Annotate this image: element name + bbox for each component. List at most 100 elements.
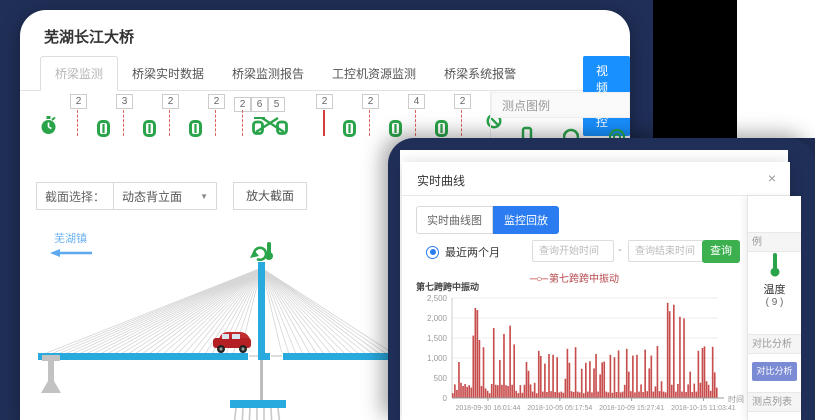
sensor-group-7: 2 xyxy=(360,90,406,148)
temperature-count: ( 9 ) xyxy=(748,297,801,308)
main-tab-1[interactable]: 桥梁实时数据 xyxy=(118,57,218,90)
svg-text:2018-10-09 15:27:41: 2018-10-09 15:27:41 xyxy=(599,405,664,412)
sensor-count-badge[interactable]: 2 xyxy=(162,94,179,109)
sensor-count-badge[interactable]: 2 xyxy=(208,94,225,109)
bearing-icon[interactable] xyxy=(252,116,288,140)
svg-text:1,000: 1,000 xyxy=(427,354,448,363)
sensor-count-badge[interactable]: 2 xyxy=(316,94,333,109)
svg-text:时间: 时间 xyxy=(728,394,744,404)
dialog-title: 实时曲线 xyxy=(417,172,465,189)
main-tab-bar: 桥梁监测桥梁实时数据桥梁监测报告工控机资源监测桥梁系统报警 xyxy=(40,56,530,90)
sensor-drop-line xyxy=(323,110,325,136)
sensor-group-5: 265 xyxy=(232,90,314,148)
backdrop-black xyxy=(653,0,737,138)
sensor-drop-line xyxy=(77,110,78,136)
main-tab-3[interactable]: 工控机资源监测 xyxy=(318,57,430,90)
compare-analysis-button[interactable]: 对比分析 xyxy=(752,362,797,381)
svg-text:2,000: 2,000 xyxy=(427,314,448,323)
legend-panel-title: 测点图例 xyxy=(491,92,630,118)
query-row: 最近两个月 - 查询 xyxy=(402,240,790,266)
chevron-down-icon: ▼ xyxy=(200,192,208,201)
radio-label: 最近两个月 xyxy=(445,244,500,260)
section-select-dropdown[interactable]: 动态背立面 ▼ xyxy=(113,183,216,209)
chain-icon[interactable] xyxy=(189,120,202,142)
realtime-curve-dialog: 实时曲线 × 实时曲线图监控回放 最近两个月 - 查询 ─○─ 第七跨跨中振动 … xyxy=(402,162,790,420)
section-toolbar: 截面选择： 动态背立面 ▼ 放大截面 xyxy=(36,182,307,210)
svg-text:2018-09-30 16:01:44: 2018-09-30 16:01:44 xyxy=(455,405,520,412)
sensor-group-2: 3 xyxy=(114,90,160,148)
dialog-tab-bar: 实时曲线图监控回放 xyxy=(416,206,559,234)
radio-icon xyxy=(426,246,439,259)
sensor-drop-line xyxy=(242,110,243,136)
vibration-chart: 第七跨跨中振动 0 500 1,000 1,500 2,000 2,500 2018-09-3… xyxy=(408,280,753,420)
svg-text:2018-10-05 05:17:54: 2018-10-05 05:17:54 xyxy=(527,405,592,412)
query-button[interactable]: 查询 xyxy=(702,240,740,263)
sensor-drop-line xyxy=(169,110,170,136)
section-select-label: 截面选择： xyxy=(37,188,113,205)
tower-top-rotate-icon xyxy=(250,248,266,260)
sensor-count-badge[interactable]: 6 xyxy=(251,97,268,112)
close-icon[interactable]: × xyxy=(768,170,776,186)
dialog-tab-1[interactable]: 监控回放 xyxy=(493,206,559,234)
left-arrow-icon xyxy=(50,248,94,258)
sensor-drop-line xyxy=(461,110,462,136)
dialog-header: 实时曲线 × xyxy=(402,162,790,196)
chart-svg: 第七跨跨中振动 0 500 1,000 1,500 2,000 2,500 2018-09-3… xyxy=(408,280,753,418)
main-tab-4[interactable]: 桥梁系统报警 xyxy=(430,57,530,90)
legend-header-fragment: 例 xyxy=(748,232,801,252)
sensor-group-3: 2 xyxy=(160,90,206,148)
sensor-group-4: 2 xyxy=(206,90,232,148)
tower-cap xyxy=(230,400,286,408)
svg-text:2018-10-15 11:03:41: 2018-10-15 11:03:41 xyxy=(671,405,736,412)
sensor-group-6: 2 xyxy=(314,90,360,148)
query-start-input[interactable] xyxy=(532,240,614,262)
sensor-group-0 xyxy=(34,90,68,148)
chain-icon[interactable] xyxy=(143,120,156,142)
section-select-group: 截面选择： 动态背立面 ▼ xyxy=(36,182,217,210)
sensor-count-badge[interactable]: 4 xyxy=(408,94,425,109)
chain-icon[interactable] xyxy=(389,120,402,142)
query-end-input[interactable] xyxy=(628,240,710,262)
sensor-group-1: 2 xyxy=(68,90,114,148)
compare-analysis-header: 对比分析 xyxy=(748,334,801,354)
car xyxy=(213,332,251,353)
point-list-header: 测点列表 xyxy=(748,392,801,412)
tower-lower xyxy=(260,360,263,402)
svg-text:第七跨跨中振动: 第七跨跨中振动 xyxy=(416,281,479,292)
left-pier xyxy=(41,355,61,393)
bridge-direction-label: 芜湖镇 xyxy=(54,230,87,246)
backdrop-white xyxy=(737,0,815,138)
sensor-count-badge[interactable]: 2 xyxy=(362,94,379,109)
stage: 芜湖长江大桥 桥梁监测桥梁实时数据桥梁监测报告工控机资源监测桥梁系统报警 视频监… xyxy=(0,0,815,420)
recent-range-radio[interactable]: 最近两个月 xyxy=(426,244,500,260)
svg-text:0: 0 xyxy=(443,394,448,403)
temperature-point[interactable]: 温度 ( 9 ) xyxy=(748,252,801,308)
chain-icon[interactable] xyxy=(97,120,110,142)
main-tab-0[interactable]: 桥梁监测 xyxy=(40,56,118,91)
sensor-count-badge[interactable]: 3 xyxy=(116,94,133,109)
page-title: 芜湖长江大桥 xyxy=(44,26,134,47)
sensor-count-badge[interactable]: 5 xyxy=(268,97,285,112)
bridge-diagram xyxy=(30,238,410,420)
bridge-tower xyxy=(258,262,265,360)
stopwatch-icon[interactable] xyxy=(40,116,57,140)
svg-text:2,500: 2,500 xyxy=(427,294,448,303)
background-sidebar-fragment: 例 温度 ( 9 ) 对比分析 对比分析 测点列表 xyxy=(747,196,801,420)
dialog-tab-0[interactable]: 实时曲线图 xyxy=(416,206,493,234)
enlarge-section-button[interactable]: 放大截面 xyxy=(233,182,307,210)
section-select-value: 动态背立面 xyxy=(122,188,182,205)
sensor-drop-line xyxy=(369,110,370,136)
bridge-deck xyxy=(38,353,400,360)
svg-text:1,500: 1,500 xyxy=(427,334,448,343)
svg-text:500: 500 xyxy=(434,374,448,383)
chain-icon[interactable] xyxy=(343,120,356,142)
tower-foundation-piles xyxy=(234,408,280,420)
temperature-label: 温度 xyxy=(748,281,801,297)
sensor-drop-line xyxy=(123,110,124,136)
main-tab-2[interactable]: 桥梁监测报告 xyxy=(218,57,318,90)
range-separator: - xyxy=(618,244,622,256)
thermometer-icon xyxy=(769,252,781,278)
sensor-count-badge[interactable]: 2 xyxy=(454,94,471,109)
sensor-count-badge[interactable]: 2 xyxy=(70,94,87,109)
sensor-drop-line xyxy=(215,110,216,136)
